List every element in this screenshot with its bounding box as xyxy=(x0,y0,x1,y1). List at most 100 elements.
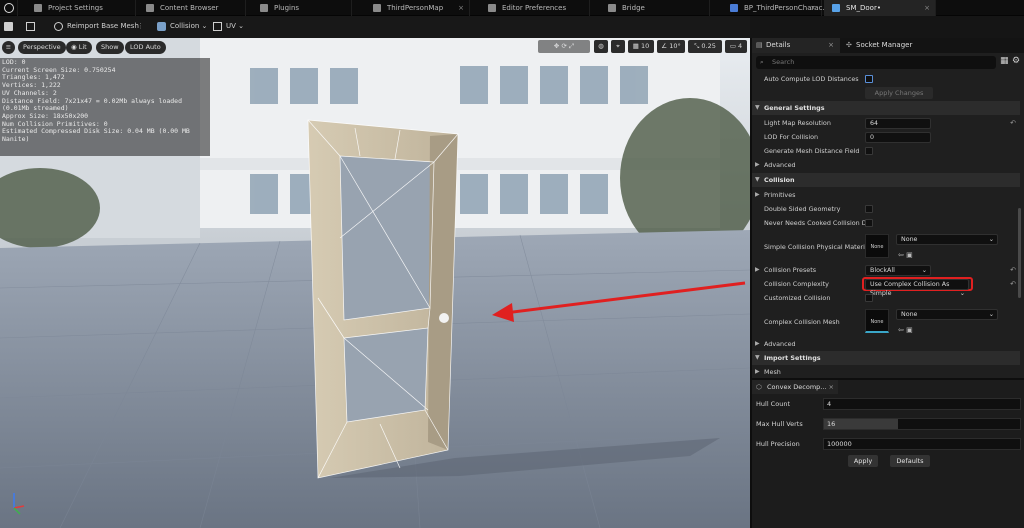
apply-changes-button[interactable]: Apply Changes xyxy=(865,87,933,99)
hull-count-field[interactable]: 4 xyxy=(823,398,1021,410)
complex-mesh-thumbnail[interactable]: None xyxy=(865,309,889,333)
double-sided-row: Double Sided Geometry xyxy=(752,202,1020,216)
settings-icon[interactable]: ⚙ xyxy=(1012,56,1020,66)
apply-button[interactable]: Apply xyxy=(848,455,878,467)
hamburger-icon: ≡ xyxy=(5,43,12,51)
grid-snap-button[interactable]: ▦ 10 xyxy=(628,40,654,53)
tab-plugins[interactable]: Plugins xyxy=(252,0,352,16)
details-panel: ▤ Details × ✣ Socket Manager ⌕ Search ▦ ⚙ Au… xyxy=(750,38,1024,528)
tab-project-settings[interactable]: Project Settings xyxy=(26,0,136,16)
perspective-button[interactable]: Perspective xyxy=(18,41,66,54)
globe-icon: ◍ xyxy=(598,42,604,50)
advanced-expander[interactable]: ▶ Advanced xyxy=(752,158,1020,172)
tab-thirdpersonmap[interactable]: ThirdPersonMap × xyxy=(365,0,470,16)
reset-icon[interactable]: ↶ xyxy=(1010,277,1016,291)
complex-mesh-dropdown[interactable]: None ⌄ xyxy=(896,309,998,320)
lod-for-collision-field[interactable]: 0 xyxy=(865,132,931,143)
chevron-right-icon: ▶ xyxy=(755,340,760,347)
collision-icon xyxy=(157,22,166,31)
static-mesh-icon xyxy=(832,4,840,12)
phys-material-thumbnail[interactable]: None xyxy=(865,234,889,258)
close-icon[interactable]: × xyxy=(458,0,464,16)
mesh-viewport[interactable]: ≡ Perspective ◉ Lit Show LOD Auto ✥ ⟳ ⤢ … xyxy=(0,38,750,528)
toolbar-more-icon[interactable]: ⋮ xyxy=(137,19,144,34)
reset-icon[interactable]: ↶ xyxy=(1010,116,1016,130)
chevron-down-icon: ⌄ xyxy=(921,267,927,274)
tab-convex-decomposition[interactable]: ⬡ Convex Decomp... × xyxy=(752,380,838,394)
lod-for-collision-row: LOD For Collision 0 xyxy=(752,130,1020,144)
save-icon xyxy=(4,22,13,31)
level-icon xyxy=(373,4,381,12)
apply-changes-row: Apply Changes xyxy=(752,86,1020,100)
browse-asset-icon[interactable]: ⇦ ▣ xyxy=(898,248,913,262)
auto-compute-lod-checkbox[interactable] xyxy=(865,75,873,83)
camera-icon: ▭ xyxy=(729,42,739,50)
generate-mesh-df-checkbox[interactable] xyxy=(865,147,873,155)
browse-button[interactable] xyxy=(24,19,38,34)
uv-dropdown[interactable]: UV ⌄ xyxy=(211,19,244,34)
viewport-menu-button[interactable]: ≡ xyxy=(2,41,15,54)
chevron-right-icon: ▶ xyxy=(755,191,760,198)
convex-icon: ⬡ xyxy=(756,383,762,391)
chevron-right-icon: ▶ xyxy=(755,368,760,375)
save-button[interactable] xyxy=(2,19,16,34)
chevron-down-icon: ⌄ xyxy=(988,311,994,318)
import-settings-category[interactable]: ▼ Import Settings xyxy=(752,351,1020,365)
max-hull-verts-slider[interactable]: 16 xyxy=(823,418,1021,430)
asset-toolbar: Reimport Base Mesh ⋮ Collision ⌄ UV ⌄ xyxy=(0,16,750,38)
customized-collision-checkbox[interactable] xyxy=(865,294,873,302)
stat-disk-size: Estimated Compressed Disk Size: 0.04 MB … xyxy=(2,127,190,144)
tab-details[interactable]: ▤ Details × xyxy=(752,38,840,53)
socket-icon: ✣ xyxy=(846,41,852,49)
tab-socket-manager[interactable]: ✣ Socket Manager xyxy=(842,38,932,53)
close-icon[interactable]: × xyxy=(829,380,834,394)
chevron-down-icon: ⌄ xyxy=(199,22,208,30)
tab-content-browser[interactable]: Content Browser xyxy=(138,0,246,16)
chevron-down-icon: ⌄ xyxy=(988,236,994,243)
camera-speed-button[interactable]: ▭ 4 xyxy=(725,40,747,53)
collision-dropdown[interactable]: Collision ⌄ xyxy=(155,19,207,34)
property-matrix-icon[interactable]: ▦ xyxy=(1000,56,1009,66)
lod-auto-button[interactable]: LOD Auto xyxy=(125,41,166,54)
reimport-base-mesh-button[interactable]: Reimport Base Mesh xyxy=(52,19,139,34)
tab-sm-door[interactable]: SM_Door• × xyxy=(824,0,936,16)
show-button[interactable]: Show xyxy=(96,41,124,54)
details-search-input[interactable]: ⌕ Search xyxy=(756,56,996,69)
browse-asset-icon[interactable]: ⇦ ▣ xyxy=(898,323,913,337)
collision-category[interactable]: ▼ Collision xyxy=(752,173,1020,187)
lit-button[interactable]: ◉ Lit xyxy=(66,41,92,54)
lit-icon: ◉ xyxy=(71,43,79,51)
phys-material-dropdown[interactable]: None ⌄ xyxy=(896,234,998,245)
details-scrollbar[interactable] xyxy=(1018,208,1021,298)
transform-tools-group[interactable]: ✥ ⟳ ⤢ xyxy=(538,40,590,53)
close-icon[interactable]: × xyxy=(828,38,834,53)
surface-snap-button[interactable]: ⌖ xyxy=(611,40,625,53)
collision-presets-row: ▶ Collision Presets BlockAll ⌄ ↶ xyxy=(752,263,1020,277)
chevron-right-icon: ▶ xyxy=(755,266,760,273)
double-sided-checkbox[interactable] xyxy=(865,205,873,213)
tab-bp-thirdpersoncharacter[interactable]: BP_ThirdPersonCharac... × xyxy=(722,0,829,16)
collision-complexity-dropdown[interactable]: Use Complex Collision As Simple ⌄ xyxy=(865,279,969,297)
advanced-expander-2[interactable]: ▶ Advanced xyxy=(752,337,1020,351)
scale-snap-button[interactable]: ⤡ 0.25 xyxy=(688,40,722,53)
general-settings-category[interactable]: ▼ General Settings xyxy=(752,101,1020,115)
unreal-logo-icon[interactable] xyxy=(0,0,18,16)
auto-compute-lod-row: Auto Compute LOD Distances xyxy=(752,72,1020,86)
reset-icon[interactable]: ↶ xyxy=(1010,263,1016,277)
never-cooked-row: Never Needs Cooked Collision D... xyxy=(764,219,873,227)
tab-bridge[interactable]: Bridge xyxy=(600,0,710,16)
hull-precision-row: Hull Precision 100000 xyxy=(752,437,1024,451)
world-local-button[interactable]: ◍ xyxy=(594,40,608,53)
tab-editor-preferences[interactable]: Editor Preferences xyxy=(480,0,590,16)
defaults-button[interactable]: Defaults xyxy=(890,455,930,467)
rotation-snap-button[interactable]: ∠ 10° xyxy=(657,40,685,53)
close-icon[interactable]: × xyxy=(924,0,930,16)
mesh-expander[interactable]: ▶ Mesh xyxy=(752,365,1020,377)
collision-presets-dropdown[interactable]: BlockAll ⌄ xyxy=(865,265,931,276)
never-cooked-checkbox[interactable] xyxy=(865,219,873,227)
customized-collision-row: Customized Collision xyxy=(752,291,1020,305)
primitives-expander[interactable]: ▶ Primitives xyxy=(752,188,1020,202)
hull-precision-field[interactable]: 100000 xyxy=(823,438,1021,450)
light-map-resolution-field[interactable]: 64 xyxy=(865,118,931,129)
close-icon[interactable]: × xyxy=(810,0,816,16)
